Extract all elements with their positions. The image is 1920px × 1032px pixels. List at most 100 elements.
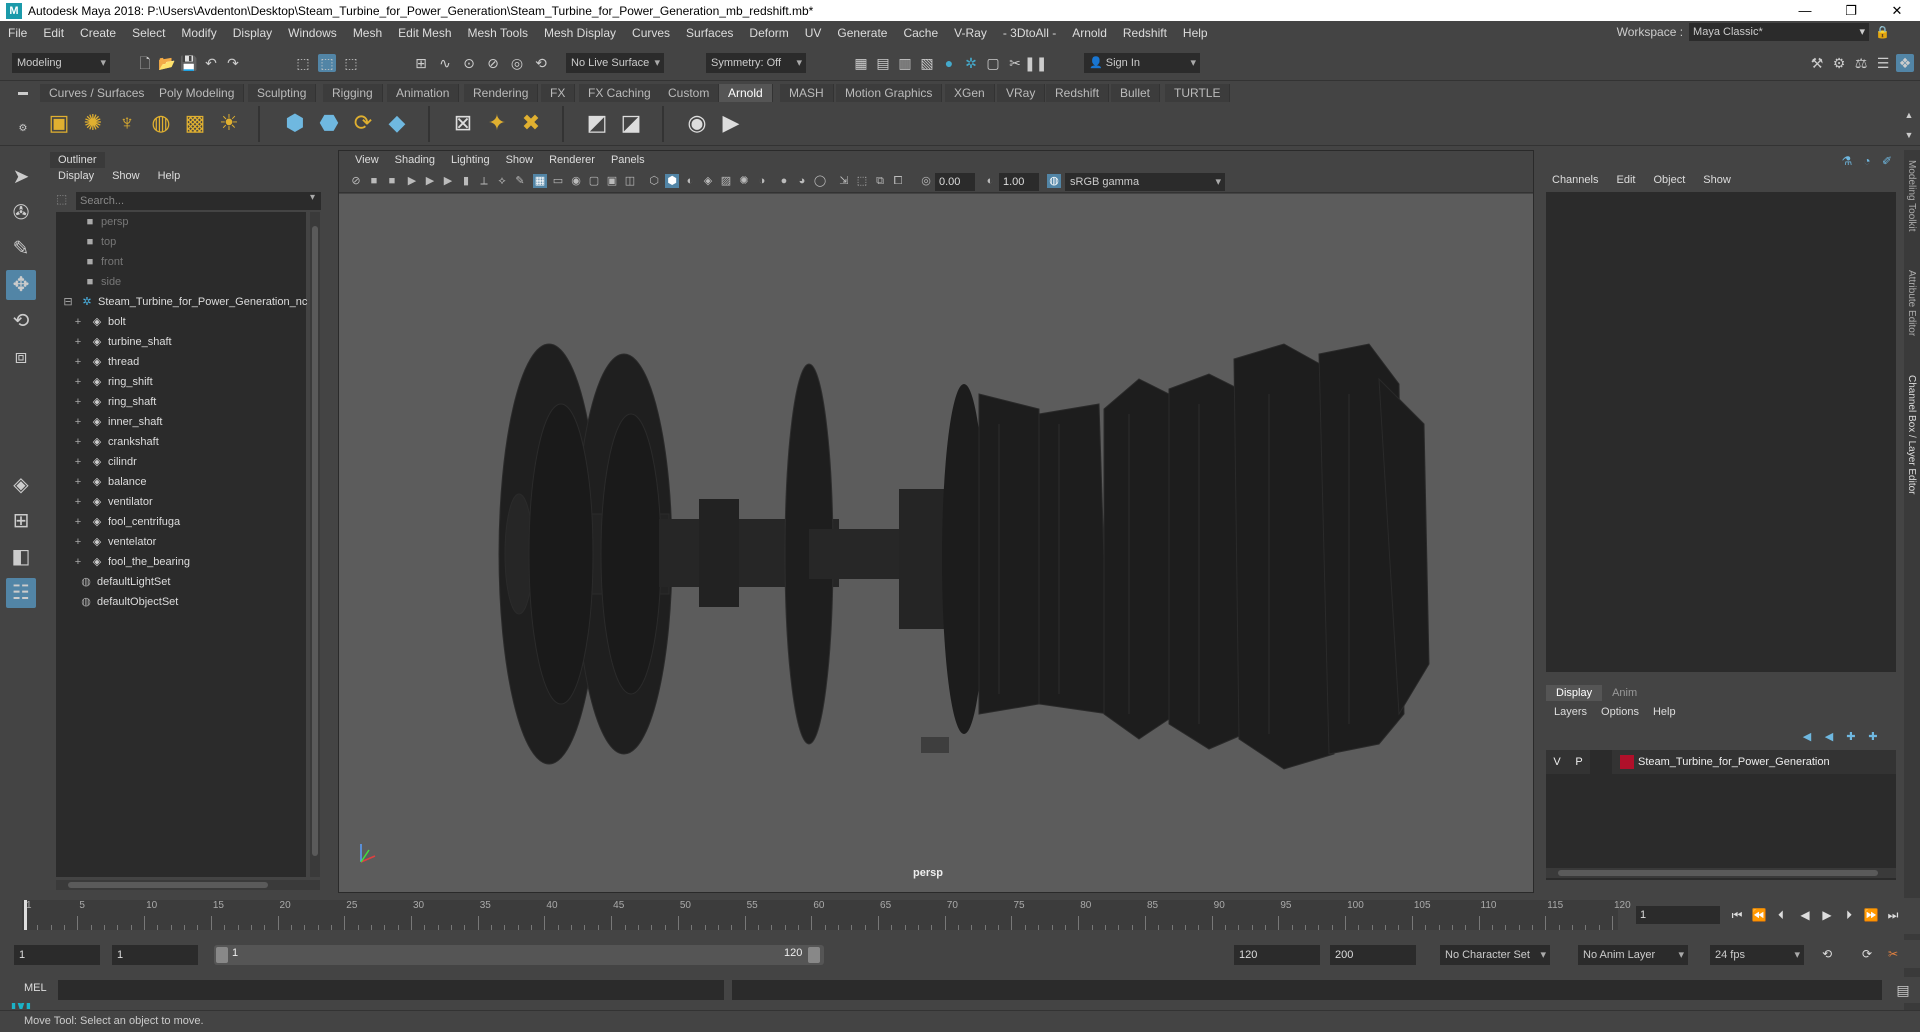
expand-icon[interactable]: + xyxy=(70,432,86,452)
list-item[interactable]: + ◈ ventelator xyxy=(70,532,157,552)
snap-view-plane-icon[interactable]: ⊘ xyxy=(484,54,502,72)
select-component-icon[interactable]: ⬚ xyxy=(342,54,360,72)
save-scene-icon[interactable]: 💾 xyxy=(180,54,198,72)
safe-action-icon[interactable]: ▢ xyxy=(587,174,601,188)
channels-menu[interactable]: Channels xyxy=(1552,174,1598,186)
single-perspective-layout-icon[interactable]: ◈ xyxy=(6,470,36,500)
shelf-tab-fx-caching[interactable]: FX Caching xyxy=(579,84,661,102)
undo-icon[interactable]: ↶ xyxy=(202,54,220,72)
make-live-icon[interactable]: ⟲ xyxy=(532,54,550,72)
expand-icon[interactable]: + xyxy=(70,492,86,512)
xray-components-icon[interactable]: ⧠ xyxy=(891,174,905,188)
resolution-gate-icon[interactable]: ✎ xyxy=(513,174,527,188)
menu-deform[interactable]: Deform xyxy=(741,26,796,40)
outliner-search-input[interactable]: Search... xyxy=(76,192,321,210)
search-options-icon[interactable]: ▾ xyxy=(310,192,315,203)
bookmarks-icon[interactable]: ■ xyxy=(385,174,399,188)
outliner-layout-icon[interactable]: ☷ xyxy=(6,578,36,608)
shelf-tab-rendering[interactable]: Rendering xyxy=(464,84,539,102)
maximize-button[interactable]: ❐ xyxy=(1828,0,1874,21)
layer-horizontal-scrollbar[interactable] xyxy=(1546,868,1896,878)
xray-joints-icon[interactable]: ⧉ xyxy=(873,174,887,188)
toggle-tool-settings-icon[interactable]: ⚖ xyxy=(1852,54,1870,72)
channel-show-menu[interactable]: Show xyxy=(1703,174,1731,186)
list-item[interactable]: ⊟ ✲ Steam_Turbine_for_Power_Generation_nc xyxy=(60,292,307,312)
export-standin-icon[interactable]: ⬣ xyxy=(314,108,344,138)
shelf-tab-xgen[interactable]: XGen xyxy=(945,84,995,102)
current-frame-field[interactable]: 1 xyxy=(1636,906,1720,924)
lock-icon[interactable]: 🔒 xyxy=(1875,25,1890,39)
ipr-render-icon[interactable]: ▥ xyxy=(896,54,914,72)
2d-pan-zoom-icon[interactable]: ▶ xyxy=(423,174,437,188)
exposure-icon[interactable]: ◎ xyxy=(919,174,933,188)
menu-cache[interactable]: Cache xyxy=(895,26,946,40)
menu-edit[interactable]: Edit xyxy=(35,26,72,40)
outliner-vertical-scrollbar[interactable] xyxy=(310,212,320,877)
safe-title-icon[interactable]: ▣ xyxy=(605,174,619,188)
range-start-handle[interactable] xyxy=(216,947,228,963)
curve-collector-icon[interactable]: ⟳ xyxy=(348,108,378,138)
collapse-icon[interactable]: ⊟ xyxy=(60,292,76,312)
step-forward-key-icon[interactable]: ⏵ xyxy=(1840,906,1858,924)
viewport-menu-shading[interactable]: Shading xyxy=(387,154,443,166)
list-item[interactable]: ◍ defaultObjectSet xyxy=(78,592,178,612)
shelf-tab-arnold[interactable]: Arnold xyxy=(719,84,773,102)
select-object-icon[interactable]: ⬚ xyxy=(318,54,336,72)
expand-icon[interactable]: + xyxy=(70,512,86,532)
redo-icon[interactable]: ↷ xyxy=(224,54,242,72)
menu-arnold[interactable]: Arnold xyxy=(1064,26,1115,40)
photometric-light-icon[interactable]: ♆ xyxy=(112,108,142,138)
side-tab-modeling-toolkit[interactable]: Modeling Toolkit xyxy=(1906,160,1917,232)
new-layer-selected-icon[interactable]: ✚ xyxy=(1864,728,1882,746)
expand-icon[interactable]: + xyxy=(70,412,86,432)
menu-mesh[interactable]: Mesh xyxy=(345,26,390,40)
step-back-frame-icon[interactable]: ⏪ xyxy=(1750,906,1768,924)
range-bar[interactable]: 1 120 xyxy=(214,945,824,965)
menu-mesh-tools[interactable]: Mesh Tools xyxy=(460,26,536,40)
view-transform-dropdown[interactable]: sRGB gamma xyxy=(1065,173,1225,191)
menu-file[interactable]: File xyxy=(0,26,35,40)
menu-display[interactable]: Display xyxy=(225,26,280,40)
tab-display-layers[interactable]: Display xyxy=(1546,685,1603,701)
film-origin-icon[interactable]: ◫ xyxy=(623,174,637,188)
flush-background-cache-icon[interactable]: ✦ xyxy=(482,108,512,138)
shelf-tab-vray[interactable]: VRay xyxy=(997,84,1046,102)
menu-curves[interactable]: Curves xyxy=(624,26,678,40)
animation-start-field[interactable]: 1 xyxy=(14,945,100,965)
script-language-toggle[interactable]: MEL xyxy=(24,982,47,994)
list-item[interactable]: + ◈ turbine_shaft xyxy=(70,332,172,352)
move-layer-down-icon[interactable]: ◀ xyxy=(1820,728,1838,746)
list-item[interactable]: ■ front xyxy=(82,252,123,272)
tab-anim-layers[interactable]: Anim xyxy=(1602,685,1647,701)
filter-icon[interactable]: ⬚ xyxy=(56,192,67,206)
minimize-button[interactable]: — xyxy=(1782,0,1828,21)
select-tool-icon[interactable]: ➤ xyxy=(6,162,36,192)
lights-icon[interactable]: ▨ xyxy=(719,174,733,188)
toggle-layer-editor-icon[interactable]: ❖ xyxy=(1896,54,1914,72)
move-layer-up-icon[interactable]: ◀ xyxy=(1798,728,1816,746)
grease-pencil-icon[interactable]: ▶ xyxy=(441,174,455,188)
expand-icon[interactable]: + xyxy=(70,532,86,552)
auto-key-icon[interactable]: ⟳ xyxy=(1858,945,1876,963)
rs-ipr-icon[interactable]: ▢ xyxy=(984,54,1002,72)
anti-aliasing-icon[interactable]: ◕ xyxy=(795,174,809,188)
menu-vray[interactable]: V-Ray xyxy=(946,26,995,40)
play-forwards-icon[interactable]: ▶ xyxy=(1818,906,1836,924)
light-portal-icon[interactable]: ▩ xyxy=(180,108,210,138)
range-end-handle[interactable] xyxy=(808,947,820,963)
shelf-tab-bullet[interactable]: Bullet xyxy=(1111,84,1161,102)
render-view-icon[interactable]: ▦ xyxy=(852,54,870,72)
persp-outliner-layout-icon[interactable]: ◧ xyxy=(6,542,36,572)
list-item[interactable]: ■ side xyxy=(82,272,122,292)
image-plane-icon[interactable]: ▶ xyxy=(405,174,419,188)
mesh-light-icon[interactable]: ✺ xyxy=(78,108,108,138)
wireframe-icon[interactable]: ⬡ xyxy=(647,174,661,188)
loop-icon[interactable]: ⟲ xyxy=(1818,945,1836,963)
textured-icon[interactable]: ◈ xyxy=(701,174,715,188)
shelf-tab-mash[interactable]: MASH xyxy=(780,84,834,102)
layer-playback-toggle[interactable]: P xyxy=(1568,750,1590,774)
viewport-menu-panels[interactable]: Panels xyxy=(603,154,653,166)
physical-sky-icon[interactable]: ☀ xyxy=(214,108,244,138)
shelf-tab-turtle[interactable]: TURTLE xyxy=(1165,84,1231,102)
snap-grid-icon[interactable]: ⊞ xyxy=(412,54,430,72)
